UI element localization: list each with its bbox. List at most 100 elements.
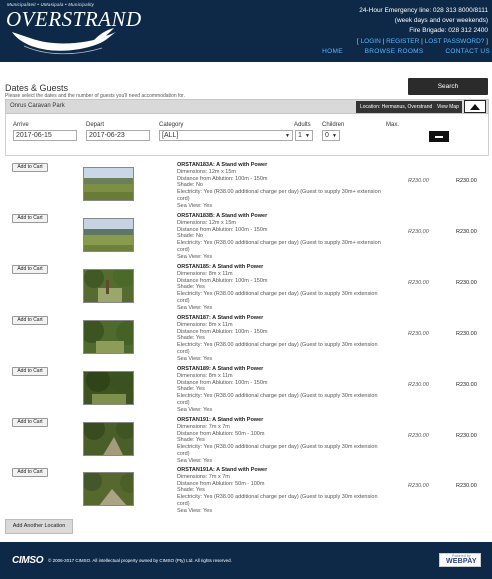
stand-details: ORSTAN185: A Stand with Power Dimensions… xyxy=(177,264,385,312)
category-value: [ALL] xyxy=(162,132,179,139)
stand-dimensions: Dimensions: 8m x 11m xyxy=(177,270,233,277)
stand-details: ORSTAN189: A Stand with Power Dimensions… xyxy=(177,366,385,414)
stand-sea-view: Sea View: Yes xyxy=(177,355,213,362)
result-row: Add to Cart ORSTAN183A: A Stand with Pow… xyxy=(0,161,492,212)
stand-electricity: Electricity: Yes (R38.00 additional char… xyxy=(177,494,378,507)
stand-title: ORSTAN183A: A Stand with Power xyxy=(177,162,268,168)
adults-label: Adults xyxy=(294,122,311,128)
location-bar: Onrus Caravan Park Location: Hermanus, O… xyxy=(5,99,489,114)
stand-photo[interactable] xyxy=(83,218,134,252)
nav-contact-us[interactable]: CONTACT US xyxy=(445,48,490,55)
stand-details: ORSTAN191A: A Stand with Power Dimension… xyxy=(177,467,385,515)
result-row: Add to Cart ORSTAN191A: A Stand with Pow… xyxy=(0,466,492,517)
original-price: R230.00 xyxy=(408,229,429,235)
stand-photo[interactable] xyxy=(83,167,134,201)
stand-dimensions: Dimensions: 12m x 15m xyxy=(177,219,236,226)
stand-photo[interactable] xyxy=(83,472,134,506)
stand-sea-view: Sea View: Yes xyxy=(177,406,213,413)
stand-electricity: Electricity: Yes (R38.00 additional char… xyxy=(177,189,381,202)
add-to-cart-button[interactable]: Add to Cart xyxy=(12,265,48,274)
overstrand-logo[interactable]: Municipaliteit • UMasipala • Municipalit… xyxy=(4,2,141,58)
dropdown-arrow-icon: ▼ xyxy=(285,133,290,139)
add-to-cart-button[interactable]: Add to Cart xyxy=(12,367,48,376)
category-select[interactable]: [ALL] ▼ xyxy=(159,130,293,141)
stand-details: ORSTAN191: A Stand with Power Dimensions… xyxy=(177,417,385,465)
stand-photo[interactable] xyxy=(83,269,134,303)
emergency-hours: (week days and over weekends) xyxy=(394,17,488,24)
add-another-location-button[interactable]: Add Another Location xyxy=(5,519,73,534)
stand-electricity: Electricity: Yes (R38.00 additional char… xyxy=(177,444,378,457)
view-map-button[interactable]: View Map xyxy=(434,101,462,113)
stand-electricity: Electricity: Yes (R38.00 additional char… xyxy=(177,393,378,406)
arrive-date-input[interactable]: 2017-06-15 xyxy=(13,130,77,141)
nav-home[interactable]: HOME xyxy=(322,48,343,55)
stand-distance: Distance from Ablution: 50m - 100m xyxy=(177,430,265,437)
webpay-text: WEBPAY xyxy=(446,558,477,565)
stand-electricity: Electricity: Yes (R38.00 additional char… xyxy=(177,342,378,355)
adults-select[interactable]: 1 ▼ xyxy=(295,130,313,141)
cimso-logo[interactable]: CIMSO xyxy=(12,555,44,566)
original-price: R230.00 xyxy=(408,178,429,184)
add-to-cart-button[interactable]: Add to Cart xyxy=(12,316,48,325)
dates-guests-heading: Dates & Guests xyxy=(5,83,69,93)
stand-sea-view: Sea View: Yes xyxy=(177,304,213,311)
stand-sea-view: Sea View: Yes xyxy=(177,202,213,209)
stand-distance: Distance from Ablution: 100m - 150m xyxy=(177,379,268,386)
dropdown-arrow-icon: ▼ xyxy=(332,133,337,139)
emergency-line: 24-Hour Emergency line: 028 313 8000/811… xyxy=(359,7,488,14)
stand-distance: Distance from Ablution: 100m - 150m xyxy=(177,277,268,284)
add-to-cart-button[interactable]: Add to Cart xyxy=(12,214,48,223)
result-row: Add to Cart ORSTAN183B: A Stand with Pow… xyxy=(0,212,492,263)
result-row: Add to Cart ORSTAN185: A Stand with Powe… xyxy=(0,263,492,314)
price: R230.00 xyxy=(456,178,477,184)
stand-dimensions: Dimensions: 8m x 11m xyxy=(177,372,233,379)
add-to-cart-button[interactable]: Add to Cart xyxy=(12,468,48,477)
stand-shade: Shade: Yes xyxy=(177,487,205,494)
stand-shade: Shade: No xyxy=(177,182,203,189)
stand-title: ORSTAN185: A Stand with Power xyxy=(177,264,264,270)
price: R230.00 xyxy=(456,483,477,489)
add-to-cart-button[interactable]: Add to Cart xyxy=(12,418,48,427)
original-price: R230.00 xyxy=(408,382,429,388)
contact-info: 24-Hour Emergency line: 028 313 8000/811… xyxy=(359,6,488,36)
copyright-text: © 2006-2017 CIMSO. All intellectual prop… xyxy=(48,558,232,563)
register-link[interactable]: REGISTER xyxy=(386,38,419,45)
lost-password-link[interactable]: LOST PASSWORD? xyxy=(425,38,485,45)
original-price: R230.00 xyxy=(408,280,429,286)
stand-electricity: Electricity: Yes (R38.00 additional char… xyxy=(177,291,378,304)
stand-title: ORSTAN187: A Stand with Power xyxy=(177,315,264,321)
stand-photo-image xyxy=(84,270,133,302)
stand-photo[interactable] xyxy=(83,422,134,456)
stand-title: ORSTAN191A: A Stand with Power xyxy=(177,467,268,473)
stand-photo[interactable] xyxy=(83,371,134,405)
depart-date-input[interactable]: 2017-06-23 xyxy=(86,130,150,141)
login-link[interactable]: LOGIN xyxy=(361,38,381,45)
stand-sea-view: Sea View: Yes xyxy=(177,507,213,514)
add-to-cart-button[interactable]: Add to Cart xyxy=(12,163,48,172)
nav-browse-rooms[interactable]: BROWSE ROOMS xyxy=(365,48,424,55)
original-price: R230.00 xyxy=(408,433,429,439)
fire-brigade-line: Fire Brigade: 028 312 2400 xyxy=(409,27,488,34)
max-label: Max. xyxy=(386,122,400,128)
remove-filter-button[interactable] xyxy=(429,131,449,142)
original-price: R230.00 xyxy=(408,483,429,489)
site-header: Municipaliteit • UMasipala • Municipalit… xyxy=(0,0,492,62)
stand-sea-view: Sea View: Yes xyxy=(177,457,213,464)
whale-icon xyxy=(12,28,116,55)
category-label: Category xyxy=(159,122,184,128)
stand-photo-image xyxy=(84,219,133,251)
stand-photo[interactable] xyxy=(83,320,134,354)
stand-title: ORSTAN189: A Stand with Power xyxy=(177,366,264,372)
depart-label: Depart xyxy=(86,122,105,128)
stand-photo-image xyxy=(84,473,133,505)
location-button[interactable]: Location: Hermanus, Overstrand xyxy=(356,101,437,113)
price: R230.00 xyxy=(456,382,477,388)
dropdown-arrow-icon: ▼ xyxy=(305,133,310,139)
children-select[interactable]: 0 ▼ xyxy=(322,130,340,141)
stand-details: ORSTAN183A: A Stand with Power Dimension… xyxy=(177,162,385,210)
stand-shade: Shade: No xyxy=(177,233,203,240)
collapse-button[interactable] xyxy=(464,100,486,113)
stand-shade: Shade: Yes xyxy=(177,284,205,291)
stand-shade: Shade: Yes xyxy=(177,386,205,393)
search-button[interactable]: Search xyxy=(408,78,488,95)
